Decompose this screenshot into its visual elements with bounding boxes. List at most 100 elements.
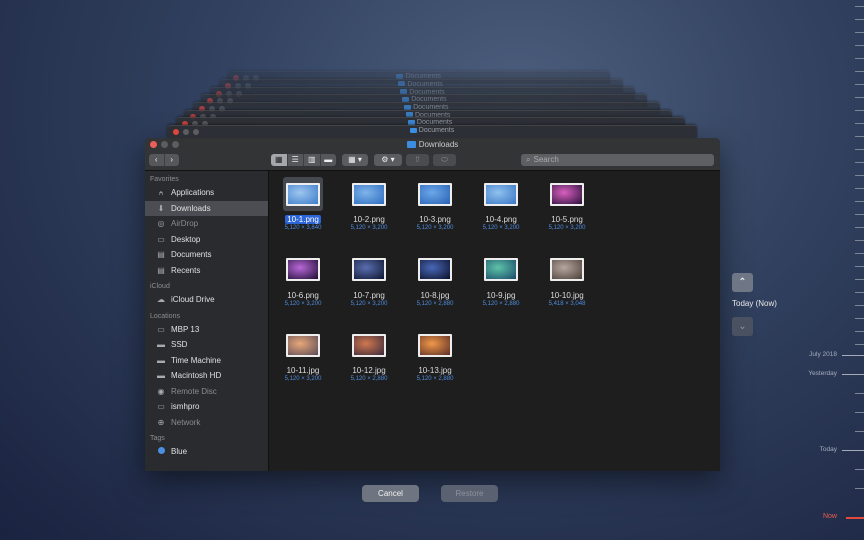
timeline-tick[interactable] (855, 71, 864, 72)
timeline-now-tick[interactable] (846, 517, 864, 519)
file-item[interactable]: 10-10.jpg 5,418 × 3,048 (537, 253, 597, 307)
file-item[interactable]: 10-8.jpg 5,120 × 2,880 (405, 253, 465, 307)
timeline-tick[interactable] (855, 266, 864, 267)
timeline-tick[interactable] (855, 149, 864, 150)
timeline-tick[interactable] (855, 393, 864, 394)
forward-button[interactable]: › (165, 154, 180, 166)
history-window[interactable]: Documents (167, 125, 697, 138)
sidebar-item-recents[interactable]: ▤ Recents (145, 263, 268, 279)
file-item[interactable]: 10-1.png 5,120 × 3,840 (273, 177, 333, 231)
timeline-tick[interactable] (855, 279, 864, 280)
timeline-tick[interactable] (855, 32, 864, 33)
sidebar-item-downloads[interactable]: ⬇ Downloads (145, 200, 268, 216)
timeline-tick[interactable] (855, 58, 864, 59)
sidebar-item-time-machine[interactable]: ▬ Time Machine (145, 353, 268, 369)
file-thumbnail[interactable] (349, 253, 389, 287)
action-button[interactable]: ⚙ ▾ (374, 154, 402, 166)
file-thumbnail[interactable] (349, 328, 389, 362)
file-item[interactable]: 10-7.png 5,120 × 3,200 (339, 253, 399, 307)
timeline-tick[interactable] (855, 45, 864, 46)
sidebar-item-documents[interactable]: ▤ Documents (145, 247, 268, 263)
file-item[interactable]: 10-13.jpg 5,120 × 2,880 (405, 328, 465, 382)
timeline-tick[interactable] (855, 240, 864, 241)
timeline-tick[interactable] (855, 318, 864, 319)
file-item[interactable]: 10-6.png 5,120 × 3,200 (273, 253, 333, 307)
close-button[interactable] (150, 141, 157, 148)
timeline-tick[interactable] (855, 412, 864, 413)
timeline-tick[interactable] (855, 136, 864, 137)
timeline-tick[interactable] (855, 469, 864, 470)
time-machine-forward-button[interactable]: ⌄ (732, 317, 753, 336)
timeline-label-now[interactable]: Now (777, 513, 837, 520)
file-item[interactable]: 10-3.png 5,120 × 3,200 (405, 177, 465, 231)
sidebar-item-desktop[interactable]: ▭ Desktop (145, 232, 268, 248)
timeline-tick[interactable] (855, 214, 864, 215)
timeline-label[interactable]: July 2018 (777, 351, 837, 358)
sidebar-item-macintosh-hd[interactable]: ▬ Macintosh HD (145, 368, 268, 384)
timeline-tick[interactable] (842, 374, 864, 375)
timeline-tick[interactable] (855, 431, 864, 432)
timeline-tick[interactable] (855, 344, 864, 345)
timeline-tick[interactable] (855, 292, 864, 293)
search-input[interactable]: ⌕ Search (521, 154, 714, 166)
column-view-button[interactable]: ▥ (304, 154, 321, 166)
sidebar-item-airdrop[interactable]: ◎ AirDrop (145, 216, 268, 232)
file-thumbnail[interactable] (283, 177, 323, 211)
restore-button[interactable]: Restore (441, 485, 498, 502)
time-machine-timeline[interactable]: July 2018 Yesterday Today Now (808, 0, 864, 540)
file-item[interactable]: 10-5.png 5,120 × 3,200 (537, 177, 597, 231)
timeline-tick[interactable] (855, 227, 864, 228)
timeline-tick[interactable] (842, 355, 864, 356)
timeline-tick[interactable] (855, 162, 864, 163)
sidebar-item-remote-disc[interactable]: ◉ Remote Disc (145, 384, 268, 400)
file-thumbnail[interactable] (481, 253, 521, 287)
file-thumbnail[interactable] (547, 177, 587, 211)
file-thumbnail[interactable] (547, 253, 587, 287)
file-item[interactable]: 10-12.jpg 5,120 × 2,880 (339, 328, 399, 382)
gallery-view-button[interactable]: ▬ (321, 154, 337, 166)
group-by-button[interactable]: ▦ ▾ (342, 154, 368, 166)
back-button[interactable]: ‹ (149, 154, 165, 166)
share-button[interactable]: ⇧ (406, 154, 429, 166)
file-item[interactable]: 10-4.png 5,120 × 3,200 (471, 177, 531, 231)
timeline-tick[interactable] (855, 110, 864, 111)
file-item[interactable]: 10-11.jpg 5,120 × 3,200 (273, 328, 333, 382)
sidebar-item-network[interactable]: ⊕ Network (145, 415, 268, 431)
timeline-tick[interactable] (855, 6, 864, 7)
timeline-tick[interactable] (855, 201, 864, 202)
time-machine-back-button[interactable]: ⌃ (732, 273, 753, 292)
sidebar-item-applications[interactable]: ⍲ Applications (145, 185, 268, 201)
file-thumbnail[interactable] (415, 253, 455, 287)
tags-button[interactable]: ⬭ (433, 154, 456, 166)
zoom-button[interactable] (172, 141, 179, 148)
timeline-tick[interactable] (855, 175, 864, 176)
timeline-tick[interactable] (842, 450, 864, 451)
file-thumbnail[interactable] (415, 328, 455, 362)
cancel-button[interactable]: Cancel (362, 485, 419, 502)
timeline-tick[interactable] (855, 97, 864, 98)
file-thumbnail[interactable] (349, 177, 389, 211)
file-thumbnail[interactable] (283, 253, 323, 287)
timeline-tick[interactable] (855, 188, 864, 189)
timeline-tick[interactable] (855, 331, 864, 332)
sidebar-item-icloud-drive[interactable]: ☁ iCloud Drive (145, 292, 268, 308)
file-item[interactable]: 10-2.png 5,120 × 3,200 (339, 177, 399, 231)
timeline-tick[interactable] (855, 305, 864, 306)
file-item[interactable]: 10-9.jpg 5,120 × 2,880 (471, 253, 531, 307)
timeline-tick[interactable] (855, 488, 864, 489)
file-thumbnail[interactable] (481, 177, 521, 211)
sidebar-item-blue[interactable]: Blue (145, 444, 268, 460)
timeline-tick[interactable] (855, 84, 864, 85)
file-thumbnail[interactable] (283, 328, 323, 362)
minimize-button[interactable] (161, 141, 168, 148)
list-view-button[interactable]: ☰ (288, 154, 304, 166)
sidebar-item-ismhpro[interactable]: ▭ ismhpro (145, 399, 268, 415)
icon-view-button[interactable]: ▦ (271, 154, 288, 166)
timeline-label[interactable]: Yesterday (777, 370, 837, 377)
sidebar-item-mbp-13[interactable]: ▭ MBP 13 (145, 322, 268, 338)
timeline-label[interactable]: Today (777, 446, 837, 453)
file-thumbnail[interactable] (415, 177, 455, 211)
timeline-tick[interactable] (855, 19, 864, 20)
sidebar-item-ssd[interactable]: ▬ SSD (145, 337, 268, 353)
timeline-tick[interactable] (855, 123, 864, 124)
